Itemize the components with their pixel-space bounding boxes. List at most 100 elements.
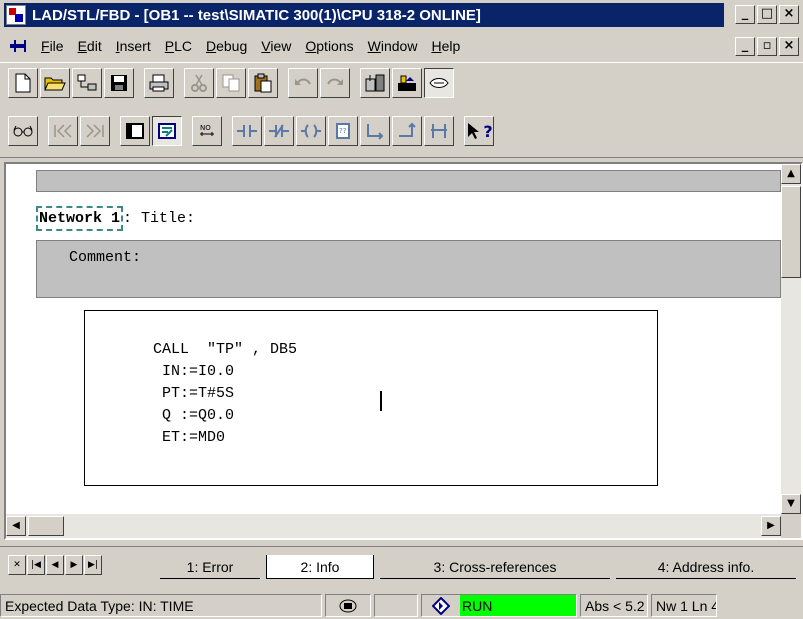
run-status-icon bbox=[422, 595, 460, 616]
network-title[interactable]: Network 1: Title: bbox=[36, 206, 196, 231]
tab-info[interactable]: 2: Info bbox=[266, 555, 374, 579]
contact-no-icon[interactable] bbox=[232, 116, 262, 146]
code-line: PT:=T#5S bbox=[153, 385, 235, 402]
comment-label: Comment: bbox=[69, 249, 142, 266]
menu-window[interactable]: Window bbox=[361, 38, 425, 54]
last-tab-icon[interactable]: ▶| bbox=[84, 555, 102, 575]
vertical-scroll-thumb[interactable] bbox=[781, 186, 801, 278]
stl-code-area[interactable]: CALL "TP" , DB5 IN:=I0.0 PT:=T#5S Q :=Q0… bbox=[84, 310, 658, 486]
new-network-icon[interactable]: NO bbox=[192, 116, 222, 146]
toolbar-area: NO ?? ? bbox=[0, 62, 803, 158]
status-message: Expected Data Type: IN: TIME bbox=[0, 594, 322, 617]
accessible-nodes-icon[interactable] bbox=[72, 68, 102, 98]
open-icon[interactable] bbox=[40, 68, 70, 98]
first-tab-icon[interactable]: |◀ bbox=[27, 555, 45, 575]
ladder-toolbar: NO ?? ? bbox=[8, 115, 496, 147]
app-icon[interactable] bbox=[6, 5, 26, 25]
doc-minimize-button[interactable]: _ bbox=[735, 37, 755, 56]
vertical-scrollbar[interactable]: ▲ ▼ bbox=[781, 164, 801, 514]
branch-close-icon[interactable] bbox=[392, 116, 422, 146]
text-caret bbox=[380, 391, 382, 411]
empty-box-icon[interactable]: ?? bbox=[328, 116, 358, 146]
title-bar: LAD/STL/FBD - [OB1 -- test\SIMATIC 300(1… bbox=[0, 0, 803, 30]
copy-icon[interactable] bbox=[216, 68, 246, 98]
network-title-text: : Title: bbox=[123, 210, 196, 227]
previous-tab-icon[interactable]: ◀ bbox=[46, 555, 64, 575]
tab-cross-references[interactable]: 3: Cross-references bbox=[380, 555, 610, 579]
print-icon[interactable] bbox=[144, 68, 174, 98]
coil-icon[interactable] bbox=[296, 116, 326, 146]
monitor-icon[interactable] bbox=[424, 68, 454, 98]
redo-icon[interactable] bbox=[320, 68, 350, 98]
block-header-bar bbox=[36, 170, 781, 192]
window-controls: _ □ × bbox=[735, 5, 799, 24]
network-label[interactable]: Network 1 bbox=[36, 206, 124, 231]
code-line: Q :=Q0.0 bbox=[153, 407, 235, 424]
doc-close-button[interactable]: × bbox=[779, 37, 799, 56]
help-question-mark: ? bbox=[483, 121, 493, 141]
save-icon[interactable] bbox=[104, 68, 134, 98]
menu-view[interactable]: View bbox=[254, 38, 298, 54]
menu-options[interactable]: Options bbox=[298, 38, 360, 54]
menu-insert[interactable]: Insert bbox=[109, 38, 158, 54]
scroll-up-button[interactable]: ▲ bbox=[781, 164, 801, 184]
tab-error[interactable]: 1: Error bbox=[160, 555, 260, 579]
menu-help[interactable]: Help bbox=[424, 38, 467, 54]
overview-icon[interactable] bbox=[120, 116, 150, 146]
glasses-icon[interactable] bbox=[8, 116, 38, 146]
code-line: IN:=I0.0 bbox=[153, 363, 235, 380]
close-button[interactable]: × bbox=[779, 5, 799, 24]
online-icon bbox=[325, 594, 371, 617]
next-tab-icon[interactable]: ▶ bbox=[65, 555, 83, 575]
scrollbar-corner bbox=[781, 514, 801, 538]
contact-nc-icon[interactable] bbox=[264, 116, 294, 146]
code-line: CALL "TP" , DB5 bbox=[153, 341, 298, 358]
branch-icon[interactable] bbox=[424, 116, 454, 146]
menu-plc[interactable]: PLC bbox=[158, 38, 199, 54]
close-details-icon[interactable]: ✕ bbox=[8, 555, 26, 575]
doc-restore-button[interactable]: ▫ bbox=[757, 37, 777, 56]
document-window-controls: _ ▫ × bbox=[735, 37, 799, 56]
network-line: Nw 1 Ln 4 bbox=[651, 594, 717, 617]
download-icon[interactable] bbox=[360, 68, 390, 98]
svg-text:NO: NO bbox=[200, 124, 211, 132]
new-icon[interactable] bbox=[8, 68, 38, 98]
run-status-text: RUN bbox=[460, 595, 576, 616]
paste-icon[interactable] bbox=[248, 68, 278, 98]
menu-debug[interactable]: Debug bbox=[199, 38, 254, 54]
horizontal-scroll-thumb[interactable] bbox=[28, 516, 64, 536]
status-bar: Expected Data Type: IN: TIME RUN Abs < 5… bbox=[0, 592, 803, 619]
network-comment-box[interactable]: Comment: bbox=[36, 240, 781, 298]
minimize-button[interactable]: _ bbox=[735, 5, 755, 24]
upload-icon[interactable] bbox=[392, 68, 422, 98]
window-caption[interactable]: LAD/STL/FBD - [OB1 -- test\SIMATIC 300(1… bbox=[4, 3, 724, 27]
cut-icon[interactable] bbox=[184, 68, 214, 98]
menu-bar: File Edit Insert PLC Debug View Options … bbox=[0, 34, 803, 58]
previous-network-icon[interactable] bbox=[48, 116, 78, 146]
editor-content[interactable]: Network 1: Title: Comment: CALL "TP" , D… bbox=[6, 164, 781, 514]
document-menu-icon[interactable] bbox=[8, 38, 30, 54]
menu-file[interactable]: File bbox=[34, 38, 71, 54]
scroll-right-button[interactable]: ▶ bbox=[761, 516, 781, 536]
next-network-icon[interactable] bbox=[80, 116, 110, 146]
scroll-down-button[interactable]: ▼ bbox=[781, 494, 801, 514]
status-empty bbox=[374, 594, 418, 617]
code-line: ET:=MD0 bbox=[153, 429, 226, 446]
tab-navigation: ✕ |◀ ◀ ▶ ▶| bbox=[8, 555, 102, 575]
window-title: LAD/STL/FBD - [OB1 -- test\SIMATIC 300(1… bbox=[32, 6, 481, 24]
maximize-button[interactable]: □ bbox=[757, 5, 777, 24]
scroll-left-button[interactable]: ◀ bbox=[6, 516, 26, 536]
svg-text:??: ?? bbox=[339, 127, 347, 135]
menu-edit[interactable]: Edit bbox=[71, 38, 109, 54]
cpu-mode: RUN bbox=[421, 594, 577, 617]
program-elements-icon[interactable] bbox=[152, 116, 182, 146]
branch-open-icon[interactable] bbox=[360, 116, 390, 146]
code-editor[interactable]: Network 1: Title: Comment: CALL "TP" , D… bbox=[4, 162, 803, 540]
standard-toolbar bbox=[8, 67, 456, 99]
help-cursor-icon[interactable]: ? bbox=[464, 116, 494, 146]
undo-icon[interactable] bbox=[288, 68, 318, 98]
absolute-address: Abs < 5.2 bbox=[580, 594, 648, 617]
details-tabs: ✕ |◀ ◀ ▶ ▶| 1: Error 2: Info 3: Cross-re… bbox=[0, 546, 803, 586]
tab-address-info[interactable]: 4: Address info. bbox=[616, 555, 796, 579]
horizontal-scrollbar[interactable]: ◀ ▶ bbox=[6, 514, 781, 538]
